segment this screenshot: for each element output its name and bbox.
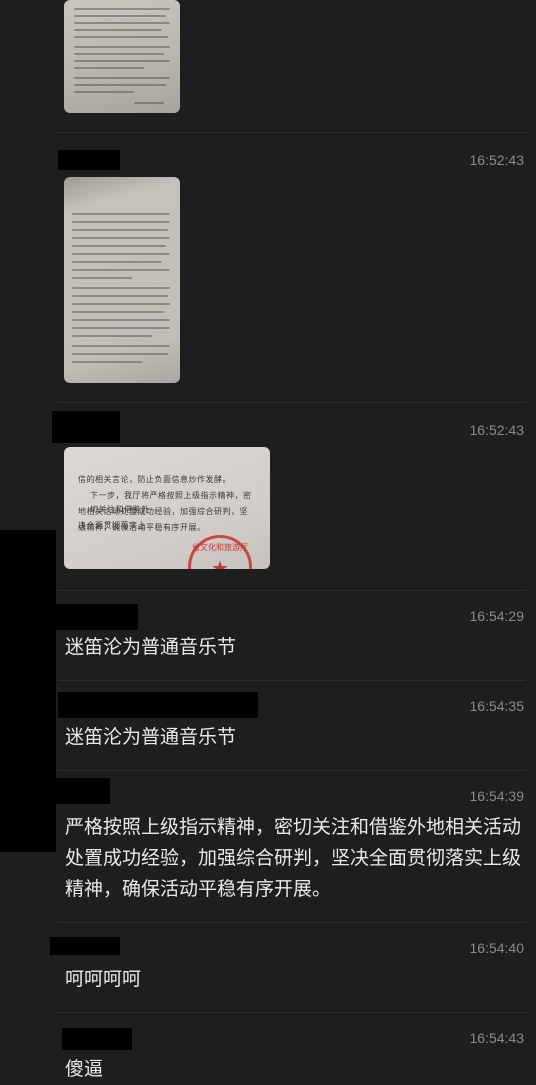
divider [58,680,526,681]
message-timestamp: 16:52:43 [469,152,525,168]
message-text: 迷笛沦为普通音乐节 [65,636,237,658]
divider [58,1012,526,1013]
message-text: 严格按照上级指示精神，密切关注和借鉴外地相关活动处置成功经验，加强综合研判，坚决… [65,816,522,900]
seal-star-icon: ★ [211,556,229,569]
message-text: 傻逼 [65,1058,104,1080]
sender-name-redacted [56,778,110,804]
divider [58,132,526,133]
sender-name-redacted [52,411,120,443]
doc-line-4: 级精神，确保活动平稳有序开展。 [78,523,206,532]
redaction-bar-left [0,530,56,852]
sender-name-redacted [58,692,258,718]
message-timestamp: 16:54:39 [469,788,525,804]
sender-name-redacted [50,937,120,955]
message-timestamp: 16:52:43 [469,422,525,438]
message-3-image[interactable]: 信的相关言论，防止负面信息炒作发酵。 下一步，我厅将严格按照上级指示精神，密切关… [64,447,270,569]
divider [58,922,526,923]
divider [58,590,526,591]
message-2-image[interactable] [64,177,180,383]
divider [58,770,526,771]
sender-name-redacted [62,1028,132,1050]
sender-name-redacted [58,150,120,170]
divider [58,402,526,403]
message-text: 迷笛沦为普通音乐节 [65,726,237,748]
official-seal: 省文化和旅游厅 ★ [188,535,252,569]
message-1-image[interactable] [64,0,180,113]
message-timestamp: 16:54:35 [469,698,525,714]
seal-text: 省文化和旅游厅 [192,543,248,552]
sender-name-redacted [56,604,138,630]
message-text: 呵呵呵呵 [65,968,142,990]
message-timestamp: 16:54:40 [469,940,525,956]
doc-line-1: 信的相关言论，防止负面信息炒作发酵。 [78,475,231,484]
message-timestamp: 16:54:29 [469,608,525,624]
message-timestamp: 16:54:43 [469,1030,525,1046]
